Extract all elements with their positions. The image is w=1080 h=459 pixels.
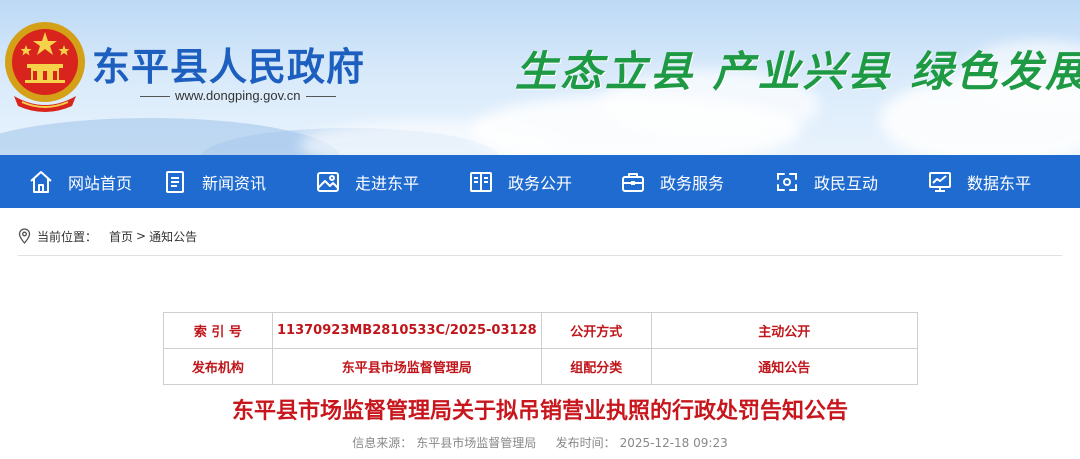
breadcrumb-prefix: 当前位置： [37, 229, 98, 244]
home-icon [30, 170, 52, 193]
nav-item-label: 新闻资讯 [202, 173, 267, 193]
breadcrumb: 当前位置： 首页 > 通知公告 [18, 227, 197, 245]
site-slogan: 生态立县 产业兴县 绿色发展 [515, 47, 1080, 96]
source-label: 信息来源： [352, 436, 413, 450]
site-header: 东平县人民政府 www.dongping.gov.cn 生态立县 产业兴县 绿色… [0, 0, 1080, 155]
nav-item-gov-affairs[interactable]: 政务公开 [468, 155, 572, 208]
nav-item-label: 网站首页 [68, 173, 133, 193]
news-icon [166, 170, 184, 193]
nav-item-gov-service[interactable]: 政务服务 [620, 155, 724, 208]
site-title[interactable]: 东平县人民政府 [92, 36, 365, 91]
index-number-label: 索 引 号 [163, 312, 273, 349]
nav-item-interaction[interactable]: 政民互动 [774, 155, 878, 208]
book-icon [470, 171, 492, 192]
publish-time-value: 2025-12-18 09:23 [619, 436, 728, 450]
main-nav: 网站首页 新闻资讯 走进东平 政务公开 政务服务 政民互动 数据东平 [0, 155, 1080, 208]
breadcrumb-current-link[interactable]: 通知公告 [149, 228, 197, 245]
source-value: 东平县市场监督管理局 [416, 436, 537, 450]
publish-time-label: 发布时间： [555, 436, 616, 450]
breadcrumb-separator: > [136, 229, 147, 243]
index-number-value: 11370923MB2810533C/2025-03128 [271, 312, 542, 349]
table-row: 发布机构 东平县市场监督管理局 组配分类 通知公告 [163, 348, 919, 385]
publisher-value: 东平县市场监督管理局 [271, 348, 542, 385]
article-meta: 信息来源： 东平县市场监督管理局 发布时间： 2025-12-18 09:23 [0, 434, 1080, 451]
nav-item-about[interactable]: 走进东平 [315, 155, 419, 208]
category-label: 组配分类 [540, 348, 652, 385]
table-row: 索 引 号 11370923MB2810533C/2025-03128 公开方式… [163, 312, 919, 349]
nav-item-label: 政务公开 [508, 173, 573, 193]
briefcase-icon [622, 172, 644, 192]
nav-item-home[interactable]: 网站首页 [28, 155, 132, 208]
nav-item-label: 走进东平 [355, 173, 420, 193]
publisher-label: 发布机构 [163, 348, 273, 385]
breadcrumb-home-link[interactable]: 首页 [109, 228, 133, 245]
national-emblem-icon[interactable] [2, 18, 88, 118]
open-mode-label: 公开方式 [540, 312, 652, 349]
site-url: www.dongping.gov.cn [135, 88, 341, 103]
article-title: 东平县市场监督管理局关于拟吊销营业执照的行政处罚告知公告 [231, 399, 848, 424]
nav-item-news[interactable]: 新闻资讯 [162, 155, 266, 208]
nav-item-data[interactable]: 数据东平 [927, 155, 1031, 208]
landscape-icon [317, 171, 339, 192]
breadcrumb-divider [18, 255, 1062, 256]
monitor-chart-icon [929, 171, 951, 192]
document-info-table: 索 引 号 11370923MB2810533C/2025-03128 公开方式… [163, 312, 919, 385]
category-value: 通知公告 [650, 348, 919, 385]
interaction-icon [777, 172, 797, 191]
nav-item-label: 数据东平 [967, 173, 1032, 193]
location-pin-icon [18, 228, 31, 244]
open-mode-value: 主动公开 [650, 312, 919, 349]
nav-item-label: 政民互动 [814, 173, 879, 193]
nav-item-label: 政务服务 [660, 173, 725, 193]
